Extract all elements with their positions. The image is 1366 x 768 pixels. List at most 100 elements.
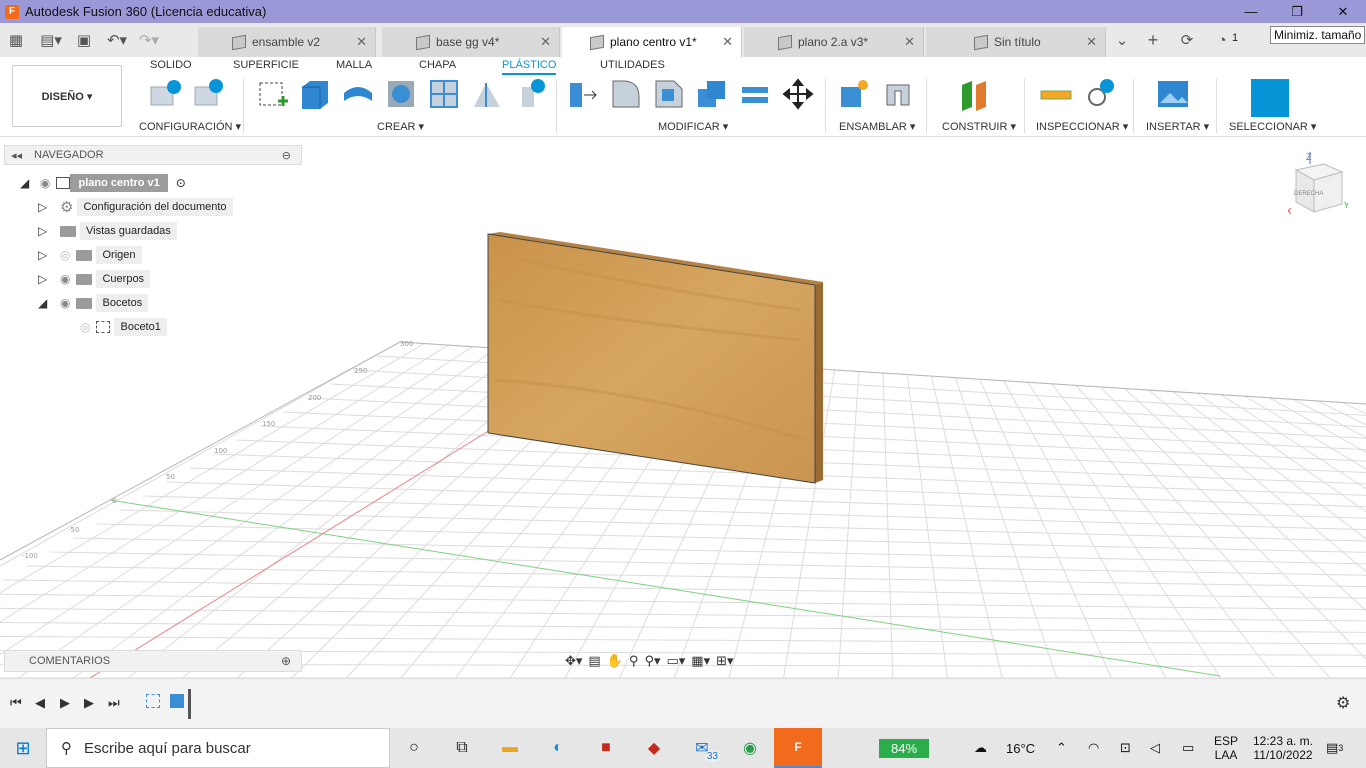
tree-item-bodies[interactable]: ▷ ◉ Cuerpos [38, 269, 151, 289]
windows-start-icon[interactable]: ⊞ [0, 738, 46, 759]
fusion-taskbar-icon[interactable]: F [774, 728, 822, 768]
activate-icon[interactable]: ⊙ [176, 176, 186, 190]
settings-gear-icon[interactable]: ⚙ [1336, 693, 1350, 713]
extrude-feature-icon[interactable] [170, 694, 184, 708]
new-tab-icon[interactable]: + [1141, 28, 1165, 52]
tab-overflow-icon[interactable]: ⌄ [1110, 28, 1134, 52]
tab-utilidades[interactable]: UTILIDADES [600, 59, 665, 71]
tree-item-origin[interactable]: ▷ ◎ Origen [38, 245, 142, 265]
sweep-icon[interactable] [341, 77, 375, 111]
cortana-icon[interactable]: ○ [390, 728, 438, 768]
volume-icon[interactable]: ◁ [1150, 728, 1160, 768]
tab-plano-centro[interactable]: plano centro v1* ✕ [562, 27, 742, 57]
grid-settings-icon[interactable]: ▦▾ [691, 653, 710, 669]
go-end-icon[interactable]: ⏭ [108, 695, 120, 711]
interference-icon[interactable] [1083, 77, 1117, 111]
orbit-icon[interactable]: ✥▾ [565, 653, 582, 669]
notification-icon[interactable]: ▤ 3 [1326, 728, 1343, 768]
group-seleccionar[interactable]: SELECCIONAR ▾ [1229, 120, 1316, 133]
zoom-icon[interactable]: ⚲ [629, 653, 639, 669]
extrude-icon[interactable] [298, 77, 332, 111]
parameters-icon[interactable] [192, 77, 226, 111]
insert-image-icon[interactable] [1156, 77, 1190, 111]
combine-icon[interactable] [695, 77, 729, 111]
group-insertar[interactable]: INSERTAR ▾ [1146, 120, 1209, 133]
play-icon[interactable]: ▶ [60, 695, 70, 711]
collapse-icon[interactable]: ◂◂ [11, 149, 22, 162]
sketch-feature-icon[interactable] [146, 694, 160, 708]
expand-icon[interactable]: ▷ [38, 248, 54, 262]
tray-chevron-icon[interactable]: ⌃ [1056, 728, 1067, 768]
task-view-icon[interactable]: ⧉ [438, 728, 486, 768]
visibility-icon[interactable]: ◉ [60, 272, 70, 286]
app-grid-icon[interactable]: ▦ [4, 28, 28, 52]
measure-icon[interactable] [1039, 77, 1073, 111]
pan-icon[interactable]: ✋ [607, 653, 623, 669]
expand-icon[interactable]: ▷ [38, 272, 54, 286]
undo-icon[interactable]: ↶▾ [102, 28, 132, 52]
rib-icon[interactable] [427, 77, 461, 111]
visibility-icon[interactable]: ◉ [40, 176, 50, 190]
tab-solido[interactable]: SOLIDO [150, 59, 192, 71]
expand-icon[interactable]: ▷ [38, 224, 54, 238]
tab-chapa[interactable]: CHAPA [419, 59, 456, 71]
tab-plastico[interactable]: PLÁSTICO [502, 59, 557, 75]
save-icon[interactable]: ▣ [72, 28, 96, 52]
expand-icon[interactable]: ◢ [20, 176, 36, 190]
battery-indicator[interactable]: 84% [879, 739, 929, 758]
file-menu-icon[interactable]: ▤▾ [36, 28, 66, 52]
step-back-icon[interactable]: ◀ [35, 695, 45, 711]
mail-icon[interactable]: ✉ 33 [678, 728, 726, 768]
wifi-icon[interactable]: ◠ [1088, 728, 1099, 768]
group-crear[interactable]: CREAR ▾ [377, 120, 424, 133]
app-icon[interactable]: ◆ [630, 728, 678, 768]
language-indicator[interactable]: ESP LAA [1214, 728, 1238, 768]
shell-icon[interactable] [384, 77, 418, 111]
viewport-canvas[interactable]: 300 250 200 150 100 50 0 -50 -100 [0, 137, 1366, 678]
edge-icon[interactable]: ◐ [534, 728, 582, 768]
tab-malla[interactable]: MALLA [336, 59, 372, 71]
display-settings-icon[interactable]: ▭▾ [666, 653, 685, 669]
timeline-marker[interactable] [188, 689, 191, 719]
close-tab-icon[interactable]: ✕ [356, 34, 367, 50]
restore-button[interactable]: ❐ [1274, 0, 1320, 23]
weather-icon[interactable]: ☁ [974, 728, 987, 768]
group-inspeccionar[interactable]: INSPECCIONAR ▾ [1036, 120, 1128, 133]
add-comment-icon[interactable]: ⊕ [281, 654, 291, 668]
group-modificar[interactable]: MODIFICAR ▾ [658, 120, 728, 133]
offline-icon[interactable]: ⟳ [1175, 28, 1199, 52]
tab-base-gg[interactable]: base gg v4* ✕ [382, 27, 560, 57]
fillet-icon[interactable] [609, 77, 643, 111]
wood-panel-body[interactable] [487, 232, 823, 484]
go-start-icon[interactable]: ⏮ [10, 695, 22, 711]
step-forward-icon[interactable]: ▶ [84, 695, 94, 711]
tab-plano-2a[interactable]: plano 2.a v3* ✕ [744, 27, 924, 57]
workspace-selector[interactable]: DISEÑO ▾ [12, 65, 122, 127]
hidden-eye-icon[interactable]: ◎ [80, 320, 90, 334]
job-status-icon[interactable]: ◔ [1210, 28, 1234, 52]
fit-icon[interactable]: ⚲▾ [644, 653, 660, 669]
taskbar-search[interactable]: ⚲ Escribe aquí para buscar [46, 728, 390, 768]
close-tab-icon[interactable]: ✕ [904, 34, 915, 50]
close-button[interactable]: ✕ [1320, 0, 1366, 23]
move-icon[interactable] [781, 77, 815, 111]
tab-superficie[interactable]: SUPERFICIE [233, 59, 299, 71]
close-tab-icon[interactable]: ✕ [1086, 34, 1097, 50]
comments-panel[interactable]: COMENTARIOS ⊕ [4, 650, 302, 672]
power-icon[interactable]: ▭ [1182, 728, 1194, 768]
file-explorer-icon[interactable]: ▬ [486, 728, 534, 768]
meet-icon[interactable]: ⊡ [1120, 728, 1131, 768]
expand-icon[interactable]: ▷ [38, 200, 54, 214]
tree-item-config[interactable]: ▷ ⚙ Configuración del documento [38, 197, 233, 217]
close-tab-icon[interactable]: ✕ [540, 34, 551, 50]
group-configuracion[interactable]: CONFIGURACIÓN ▾ [139, 120, 241, 133]
offset-face-icon[interactable] [738, 77, 772, 111]
hidden-eye-icon[interactable]: ◎ [60, 248, 70, 262]
offset-plane-icon[interactable] [958, 77, 992, 111]
new-component-icon[interactable] [837, 77, 871, 111]
viewports-icon[interactable]: ⊞▾ [716, 653, 733, 669]
expand-icon[interactable]: ◢ [38, 296, 54, 310]
close-tab-icon[interactable]: ✕ [722, 34, 733, 50]
redo-icon[interactable]: ↷▾ [134, 28, 164, 52]
boss-icon[interactable] [514, 77, 548, 111]
